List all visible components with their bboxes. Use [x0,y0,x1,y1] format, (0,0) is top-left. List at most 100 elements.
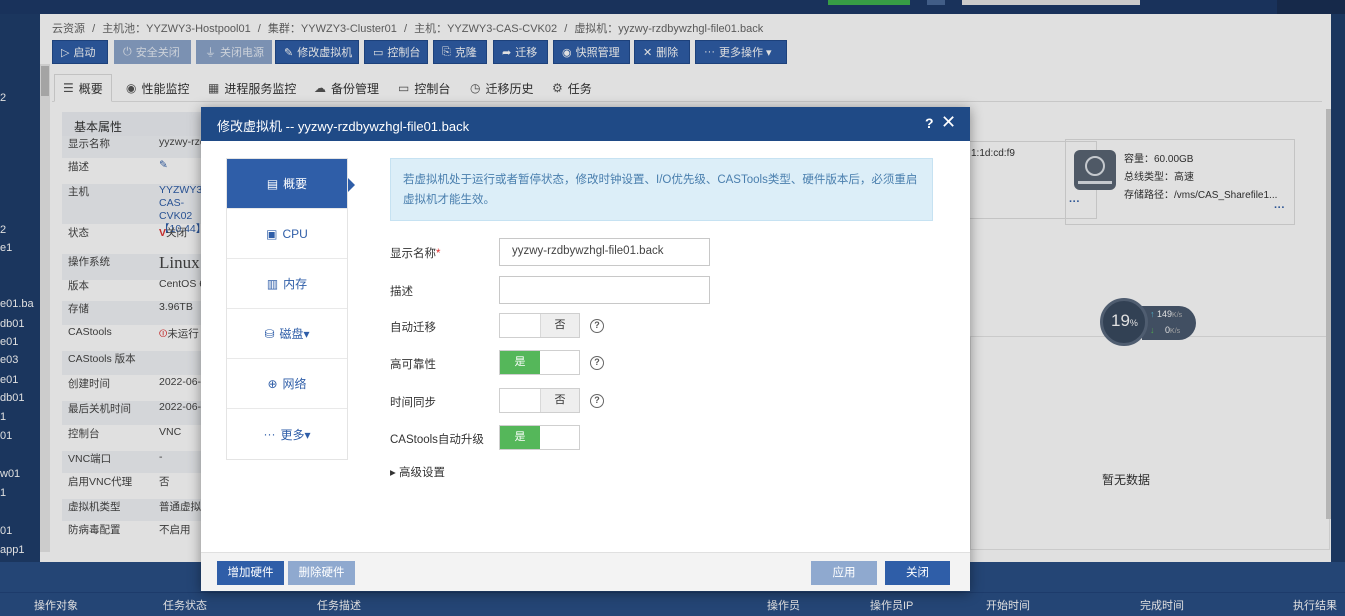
property-row: CAStools 版本 [62,351,202,375]
scrollbar[interactable] [40,64,50,552]
property-row: 防病毒配置 不启用 [68,524,191,536]
description-input[interactable] [499,276,710,304]
console-button[interactable]: ▭ 控制台 [364,40,428,64]
breadcrumb-sep: / [564,23,568,35]
help-icon[interactable]: ? [925,115,934,131]
tab-console[interactable]: ▭ 控制台 [398,74,450,102]
safe-shutdown-button[interactable]: ⏻ 安全关闭 [114,40,191,64]
tree-item[interactable]: app1 [0,544,24,556]
tab-summary[interactable]: ☰ 概要 [54,74,112,102]
panel-title: 基本属性 [62,112,202,136]
column-header: 完成时间 [1140,600,1184,612]
tree-item[interactable]: w01 [0,468,20,480]
tree-item[interactable]: e01 [0,336,18,348]
dialog-title: 修改虚拟机 -- yyzwy-rzdbywzhgl-file01.back [217,119,470,134]
tree-item[interactable]: 01 [0,525,12,537]
help-icon[interactable]: ? [590,394,604,408]
power-off-button[interactable]: ⏚ 关闭电源 [196,40,272,64]
tab-migration-history[interactable]: ◷ 迁移历史 [470,74,534,102]
help-icon[interactable]: ? [590,356,604,370]
top-green-button[interactable] [828,0,910,5]
tree-item[interactable]: e01 [0,374,18,386]
property-row: 虚拟机类型普通虚拟机 [62,499,203,521]
scrollbar[interactable] [1326,109,1331,519]
start-button[interactable]: ▷ 启动 [52,40,108,64]
basic-properties-panel: 基本属性 显示名称yyzwy-rzdbywzhgl-file01.back 描述… [62,112,203,542]
clone-button[interactable]: ⎘ 克隆 [433,40,487,64]
tab-backup[interactable]: ☁ 备份管理 [314,74,379,102]
display-name-input[interactable]: yyzwy-rzdbywzhgl-file01.back [499,238,710,266]
notice-box: 若虚拟机处于运行或者暂停状态，修改时钟设置、I/O优先级、CASTools类型、… [390,158,933,221]
property-row: 操作系统 Linux [62,253,202,280]
breadcrumb-item[interactable]: 集群：YYWZY3-Cluster01 [268,23,397,35]
tab-tasks[interactable]: ⚙ 任务 [552,74,592,102]
gear-icon: ⚙ [552,81,563,95]
tree-item[interactable]: db01 [0,318,24,330]
delete-icon: ✕ [643,46,653,59]
time-sync-toggle[interactable]: 否 [499,388,580,413]
tree-item[interactable]: 1 [0,487,6,499]
nav-memory[interactable]: ▥ 内存 [227,259,347,309]
breadcrumb-item[interactable]: 主机：YYZWY3-CAS-CVK02 [414,23,557,35]
console-icon: ▭ [373,46,384,59]
cpu-icon: ▣ [266,226,278,241]
required-asterisk: * [436,248,441,260]
top-icon[interactable] [927,0,945,5]
tab-performance[interactable]: ◉ 性能监控 [126,74,190,102]
tree-item[interactable]: db01 [0,392,24,404]
property-row: 创建时间 2022-06-2 [68,376,203,390]
nav-disk[interactable]: ⛁ 磁盘▾ [227,309,347,359]
monitor-icon: ◉ [126,81,137,95]
apply-button[interactable]: 应用 [811,561,877,585]
tree-item[interactable]: 1 [0,411,6,423]
nav-network[interactable]: ⊕ 网络 [227,359,347,409]
summary-icon: ▤ [266,176,279,191]
toggle-off-label: 否 [540,314,579,337]
column-header: 操作对象 [34,600,78,612]
tree-item[interactable]: e03 [0,354,18,366]
tree-item[interactable]: 01 [0,430,12,442]
disk-bus: 总线类型：高速 [1124,172,1194,183]
breadcrumb-item[interactable]: 主机池：YYZWY3-Hostpool01 [102,23,251,35]
tree-item[interactable]: 2 [0,92,6,104]
more-actions-button[interactable]: ··· 更多操作 ▾ [695,40,787,64]
cpu-gauge[interactable]: 19% [1100,298,1148,346]
breadcrumb-item[interactable]: 云资源 [52,23,85,35]
top-search-input[interactable] [962,0,1140,5]
castools-upgrade-toggle[interactable]: 是 [499,425,580,450]
add-hardware-button[interactable]: 增加硬件 [217,561,284,585]
camera-icon: ◉ [562,46,572,59]
property-row: 控制台 VNC [68,426,182,440]
column-header: 操作员 [767,600,800,612]
property-row: 描述 ✎ [62,159,202,183]
ha-toggle[interactable]: 是 [499,350,580,375]
empty-panel [970,336,1330,550]
nav-summary[interactable]: ▤ 概要 [227,159,347,209]
tree-item[interactable]: 2 [0,224,6,236]
advanced-settings-toggle[interactable]: ▸ 高级设置 [390,464,445,480]
snapshot-button[interactable]: ◉ 快照管理 [553,40,630,64]
top-right-area [1277,0,1345,14]
edit-icon[interactable]: ✎ [159,159,203,171]
tree-item[interactable]: e01.ba [0,298,34,310]
edit-vm-button[interactable]: ✎ 修改虚拟机 [275,40,359,64]
help-icon[interactable]: ? [590,319,604,333]
nav-more[interactable]: ··· 更多▾ [227,409,347,459]
nav-cpu[interactable]: ▣ CPU [227,209,347,259]
console-icon: ▭ [398,81,410,95]
play-icon: ▷ [61,46,70,59]
auto-migrate-toggle[interactable]: 否 [499,313,580,338]
breadcrumb-item: 虚拟机：yyzwy-rzdbywzhgl-file01.back [574,23,764,35]
close-button[interactable]: 关闭 [885,561,950,585]
more-dots-icon[interactable]: ··· [1274,202,1285,214]
gauge-percent: 19% [1111,311,1138,330]
tree-item[interactable]: e1 [0,242,12,254]
delete-hardware-button[interactable]: 删除硬件 [288,561,355,585]
migrate-button[interactable]: ➦ 迁移 [493,40,548,64]
tab-process-monitor[interactable]: ▦ 进程服务监控 [208,74,296,102]
delete-button[interactable]: ✕ 删除 [634,40,690,64]
disk-path: 存储路径：/vms/CAS_Sharefile1... [1124,190,1278,201]
ha-label: 高可靠性 [390,359,436,371]
display-name-label: 显示名称* [390,248,441,260]
close-icon[interactable]: ✕ [941,112,956,133]
